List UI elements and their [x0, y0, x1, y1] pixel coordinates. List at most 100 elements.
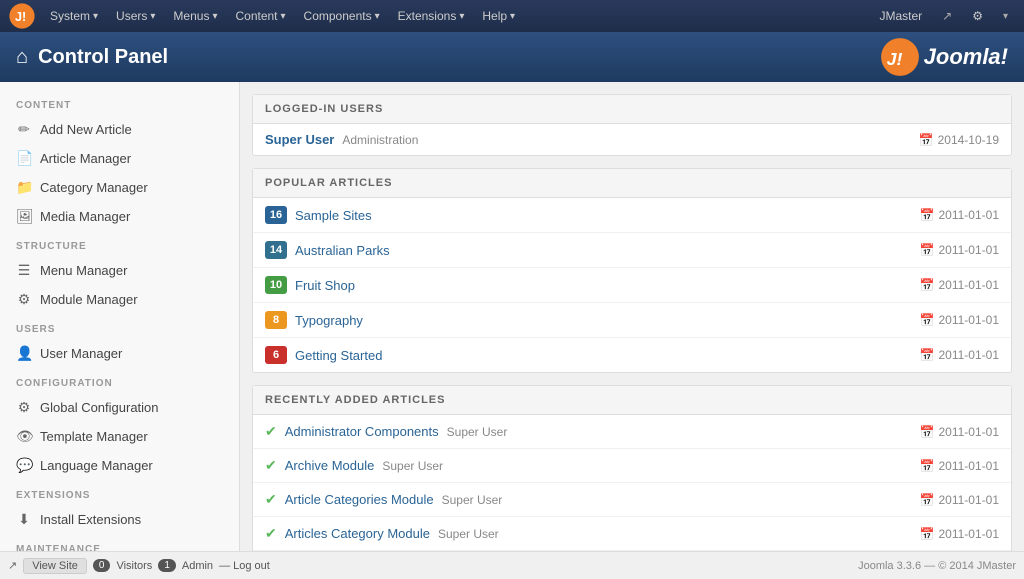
calendar-icon: 📅 — [920, 459, 935, 473]
article-info: 6 Getting Started — [265, 346, 382, 364]
sidebar-item-add-new-article[interactable]: ✏ Add New Article — [0, 115, 239, 144]
svg-text:J!: J! — [886, 49, 902, 69]
date-value: 2011-01-01 — [939, 493, 1000, 507]
article-link[interactable]: Administrator Components — [285, 424, 439, 439]
article-link[interactable]: Fruit Shop — [295, 278, 355, 293]
article-link[interactable]: Articles Category Module — [285, 526, 430, 541]
view-site-icon: ↗ — [8, 559, 17, 572]
sidebar-item-global-configuration[interactable]: ⚙ Global Configuration — [0, 393, 239, 422]
article-link[interactable]: Australian Parks — [295, 243, 390, 258]
gear-icon: ⚙ — [16, 399, 32, 416]
content-area: LOGGED-IN USERS Super User Administratio… — [240, 82, 1024, 551]
count-badge: 10 — [265, 276, 287, 294]
panel-header-popular: POPULAR ARTICLES — [253, 169, 1011, 198]
user-icon: 👤 — [16, 345, 32, 362]
sidebar-section-structure: STRUCTURE — [0, 231, 239, 256]
sidebar-item-label: User Manager — [40, 346, 122, 361]
table-row: 16 Sample Sites 📅 2011-01-01 — [253, 198, 1011, 233]
sidebar-item-module-manager[interactable]: ⚙ Module Manager — [0, 285, 239, 314]
panel-header-logged-in: LOGGED-IN USERS — [253, 95, 1011, 124]
check-icon: ✔ — [265, 457, 277, 474]
article-link[interactable]: Typography — [295, 313, 363, 328]
view-site-button[interactable]: View Site — [23, 558, 87, 574]
nav-components[interactable]: Components ▾ — [296, 5, 388, 27]
calendar-icon: 📅 — [920, 527, 935, 541]
sidebar-item-article-manager[interactable]: 📄 Article Manager — [0, 144, 239, 173]
table-row: 8 Typography 📅 2011-01-01 — [253, 303, 1011, 338]
popular-articles-panel: POPULAR ARTICLES 16 Sample Sites 📅 2011-… — [252, 168, 1012, 373]
sidebar-item-menu-manager[interactable]: ☰ Menu Manager — [0, 256, 239, 285]
sidebar-section-configuration: CONFIGURATION — [0, 368, 239, 393]
table-row: ✔ Article Categories Module Super User 📅… — [253, 483, 1011, 517]
joomla-logo: J! Joomla! — [880, 37, 1008, 77]
date-value: 2011-01-01 — [939, 348, 1000, 362]
sidebar-item-install-extensions[interactable]: ⬇ Install Extensions — [0, 505, 239, 534]
sidebar-section-extensions: EXTENSIONS — [0, 480, 239, 505]
table-row: 10 Fruit Shop 📅 2011-01-01 — [253, 268, 1011, 303]
article-link[interactable]: Getting Started — [295, 348, 382, 363]
article-user: Super User — [382, 459, 443, 473]
header-title-group: ⌂ Control Panel — [16, 46, 168, 69]
sidebar-item-template-manager[interactable]: 👁 Template Manager — [0, 422, 239, 451]
media-icon: 🖼 — [16, 208, 32, 225]
nav-system[interactable]: System ▾ — [42, 5, 106, 27]
chevron-down-icon: ▾ — [510, 11, 515, 22]
article-date: 📅 2011-01-01 — [920, 243, 999, 257]
chevron-down-icon: ▾ — [459, 11, 464, 22]
logout-label[interactable]: — Log out — [219, 560, 270, 572]
article-date: 📅 2011-01-01 — [920, 459, 999, 473]
date-value: 2011-01-01 — [939, 243, 1000, 257]
date-value: 2011-01-01 — [939, 208, 1000, 222]
sidebar-item-label: Template Manager — [40, 429, 148, 444]
article-info: ✔ Archive Module Super User — [265, 457, 443, 474]
article-link[interactable]: Article Categories Module — [285, 492, 434, 507]
nav-content[interactable]: Content ▾ — [227, 5, 293, 27]
top-nav-left: J! System ▾ Users ▾ Menus ▾ Content ▾ Co… — [8, 2, 523, 30]
nav-users[interactable]: Users ▾ — [108, 5, 163, 27]
username-link[interactable]: JMaster — [871, 5, 930, 27]
admin-badge: 1 — [158, 559, 176, 572]
nav-help[interactable]: Help ▾ — [474, 5, 523, 27]
calendar-icon: 📅 — [920, 493, 935, 507]
svg-text:J!: J! — [15, 10, 26, 24]
sidebar-item-label: Install Extensions — [40, 512, 141, 527]
check-icon: ✔ — [265, 525, 277, 542]
article-link[interactable]: Archive Module — [285, 458, 375, 473]
article-info: 14 Australian Parks — [265, 241, 390, 259]
date-value: 2011-01-01 — [939, 278, 1000, 292]
status-bar-right: Joomla 3.3.6 — © 2014 JMaster — [858, 560, 1016, 572]
user-link[interactable]: Super User — [265, 132, 334, 147]
count-badge: 8 — [265, 311, 287, 329]
nav-menus[interactable]: Menus ▾ — [165, 5, 225, 27]
sidebar-item-user-manager[interactable]: 👤 User Manager — [0, 339, 239, 368]
home-icon[interactable]: ⌂ — [16, 46, 28, 69]
sidebar-item-label: Article Manager — [40, 151, 131, 166]
article-link[interactable]: Sample Sites — [295, 208, 372, 223]
folder-icon: 📁 — [16, 179, 32, 196]
sidebar-item-media-manager[interactable]: 🖼 Media Manager — [0, 202, 239, 231]
table-row: 6 Getting Started 📅 2011-01-01 — [253, 338, 1011, 372]
main-layout: CONTENT ✏ Add New Article 📄 Article Mana… — [0, 82, 1024, 551]
article-info: ✔ Article Categories Module Super User — [265, 491, 502, 508]
settings-icon[interactable]: ⚙ — [964, 5, 991, 27]
check-icon: ✔ — [265, 423, 277, 440]
sidebar: CONTENT ✏ Add New Article 📄 Article Mana… — [0, 82, 240, 551]
header-bar: ⌂ Control Panel J! Joomla! — [0, 32, 1024, 82]
table-row: 14 Australian Parks 📅 2011-01-01 — [253, 233, 1011, 268]
user-date: 📅 2014-10-19 — [919, 133, 999, 147]
sidebar-item-label: Category Manager — [40, 180, 148, 195]
sidebar-item-label: Global Configuration — [40, 400, 159, 415]
table-row: Super User Administration 📅 2014-10-19 — [253, 124, 1011, 155]
nav-extensions[interactable]: Extensions ▾ — [390, 5, 473, 27]
chevron-down-icon: ▾ — [375, 11, 380, 22]
sidebar-item-language-manager[interactable]: 💬 Language Manager — [0, 451, 239, 480]
visitors-badge: 0 — [93, 559, 111, 572]
visitors-label: Visitors — [116, 560, 152, 572]
sidebar-item-category-manager[interactable]: 📁 Category Manager — [0, 173, 239, 202]
sidebar-item-label: Media Manager — [40, 209, 130, 224]
article-date: 📅 2011-01-01 — [920, 313, 999, 327]
article-info: ✔ Articles Category Module Super User — [265, 525, 499, 542]
sidebar-item-label: Add New Article — [40, 122, 132, 137]
language-icon: 💬 — [16, 457, 32, 474]
article-user: Super User — [442, 493, 503, 507]
